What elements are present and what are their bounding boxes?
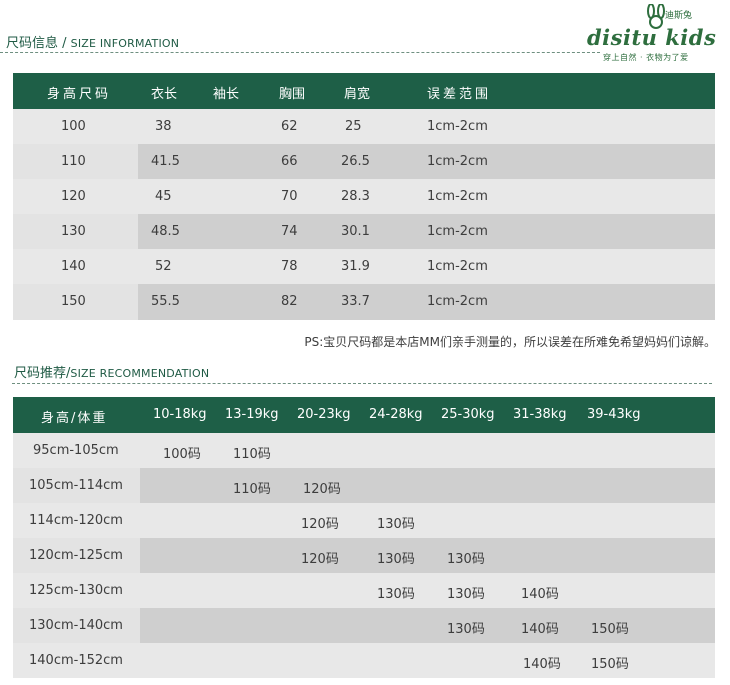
height-range-cell: 130cm-140cm <box>29 618 123 633</box>
tolerance-cell: 1cm-2cm <box>427 224 488 239</box>
size-recommendation-title: 尺码推荐/SIZE RECOMMENDATION <box>14 362 209 381</box>
brand-logo: 迪斯兔 disitu kids 穿上自然 · 衣物为了爱 <box>585 4 725 66</box>
table-row: 120cm-125cm 120码 130码 130码 <box>13 538 715 573</box>
height-range-cell: 120cm-125cm <box>29 548 123 563</box>
size-header-tolerance: 误差范围 <box>427 87 492 102</box>
rec-header-weight-4: 24-28kg <box>369 407 423 422</box>
shoulder-cell: 26.5 <box>341 154 370 169</box>
shoulder-cell: 30.1 <box>341 224 370 239</box>
rec-header-weight-3: 20-23kg <box>297 407 351 422</box>
size-rec-cell: 130码 <box>447 552 485 567</box>
shoulder-cell: 33.7 <box>341 294 370 309</box>
tolerance-cell: 1cm-2cm <box>427 154 488 169</box>
tolerance-cell: 1cm-2cm <box>427 119 488 134</box>
tolerance-cell: 1cm-2cm <box>427 294 488 309</box>
rec-table-header: 身高/体重 10-18kg 13-19kg 20-23kg 24-28kg 25… <box>13 397 715 433</box>
chest-cell: 70 <box>281 189 298 204</box>
size-rec-cell: 100码 <box>163 447 201 462</box>
size-rec-cell: 150码 <box>591 622 629 637</box>
chest-cell: 82 <box>281 294 298 309</box>
table-row: 105cm-114cm 110码 120码 <box>13 468 715 503</box>
size-cell: 150 <box>61 294 86 309</box>
size-info-title-en: SIZE INFORMATION <box>70 37 180 50</box>
size-rec-cell: 120码 <box>301 552 339 567</box>
table-row: 130 48.5 74 30.1 1cm-2cm <box>13 214 715 249</box>
size-rec-cell: 140码 <box>521 622 559 637</box>
size-info-title-cn: 尺码信息 / <box>6 36 71 51</box>
size-rec-cell: 120码 <box>303 482 341 497</box>
size-cell: 100 <box>61 119 86 134</box>
length-cell: 41.5 <box>151 154 180 169</box>
table-row: 125cm-130cm 130码 130码 140码 <box>13 573 715 608</box>
size-header-shoulder: 肩宽 <box>344 87 371 102</box>
chest-cell: 62 <box>281 119 298 134</box>
length-cell: 48.5 <box>151 224 180 239</box>
logo-slogan: 穿上自然 · 衣物为了爱 <box>603 53 689 62</box>
size-info-divider <box>0 52 600 53</box>
rec-header-weight-7: 39-43kg <box>587 407 641 422</box>
size-rec-cell: 130码 <box>447 587 485 602</box>
table-row: 95cm-105cm 100码 110码 <box>13 433 715 468</box>
length-cell: 55.5 <box>151 294 180 309</box>
size-cell: 140 <box>61 259 86 274</box>
size-rec-cell: 140码 <box>521 587 559 602</box>
length-cell: 38 <box>155 119 172 134</box>
length-cell: 52 <box>155 259 172 274</box>
table-row: 100 38 62 25 1cm-2cm <box>13 109 715 144</box>
chest-cell: 74 <box>281 224 298 239</box>
size-table-header: 身高尺码 衣长 袖长 胸围 肩宽 误差范围 <box>13 73 715 109</box>
height-range-cell: 105cm-114cm <box>29 478 123 493</box>
tolerance-cell: 1cm-2cm <box>427 189 488 204</box>
tolerance-cell: 1cm-2cm <box>427 259 488 274</box>
rec-header-height-weight: 身高/体重 <box>41 411 108 426</box>
size-rec-title-en: SIZE RECOMMENDATION <box>70 367 210 380</box>
logo-wordmark: disitu kids <box>587 25 717 50</box>
size-header-height: 身高尺码 <box>47 87 112 102</box>
size-cell: 120 <box>61 189 86 204</box>
size-rec-cell: 110码 <box>233 482 271 497</box>
height-range-cell: 95cm-105cm <box>33 443 119 458</box>
table-row: 140cm-152cm 140码 150码 <box>13 643 715 678</box>
table-row: 130cm-140cm 130码 140码 150码 <box>13 608 715 643</box>
table-row: 120 45 70 28.3 1cm-2cm <box>13 179 715 214</box>
rec-header-weight-2: 13-19kg <box>225 407 279 422</box>
rec-header-weight-5: 25-30kg <box>441 407 495 422</box>
size-info-title: 尺码信息 / SIZE INFORMATION <box>6 32 179 51</box>
size-rec-cell: 130码 <box>447 622 485 637</box>
measurement-note: PS:宝贝尺码都是本店MM们亲手测量的，所以误差在所难免希望妈妈们谅解。 <box>304 335 716 349</box>
shoulder-cell: 31.9 <box>341 259 370 274</box>
size-cell: 110 <box>61 154 86 169</box>
size-rec-title-cn: 尺码推荐/ <box>14 366 71 381</box>
table-row: 110 41.5 66 26.5 1cm-2cm <box>13 144 715 179</box>
rec-header-weight-1: 10-18kg <box>153 407 207 422</box>
size-rec-cell: 140码 <box>523 657 561 672</box>
shoulder-cell: 28.3 <box>341 189 370 204</box>
rec-header-weight-6: 31-38kg <box>513 407 567 422</box>
chest-cell: 78 <box>281 259 298 274</box>
size-rec-divider <box>12 383 712 384</box>
chest-cell: 66 <box>281 154 298 169</box>
size-table: 身高尺码 衣长 袖长 胸围 肩宽 误差范围 100 38 62 25 1cm-2… <box>13 73 715 320</box>
size-recommendation-table: 身高/体重 10-18kg 13-19kg 20-23kg 24-28kg 25… <box>13 397 715 678</box>
size-rec-cell: 130码 <box>377 552 415 567</box>
height-range-cell: 140cm-152cm <box>29 653 123 668</box>
size-rec-cell: 120码 <box>301 517 339 532</box>
size-header-length: 衣长 <box>151 87 178 102</box>
size-rec-cell: 150码 <box>591 657 629 672</box>
height-range-cell: 125cm-130cm <box>29 583 123 598</box>
size-rec-cell: 130码 <box>377 587 415 602</box>
table-row: 150 55.5 82 33.7 1cm-2cm <box>13 284 715 320</box>
logo-brand-text: 迪斯兔 <box>665 11 693 21</box>
size-header-chest: 胸围 <box>279 87 306 102</box>
length-cell: 45 <box>155 189 172 204</box>
shoulder-cell: 25 <box>345 119 362 134</box>
size-rec-cell: 130码 <box>377 517 415 532</box>
size-cell: 130 <box>61 224 86 239</box>
size-header-sleeve: 袖长 <box>213 87 240 102</box>
height-range-cell: 114cm-120cm <box>29 513 123 528</box>
table-row: 140 52 78 31.9 1cm-2cm <box>13 249 715 284</box>
size-rec-cell: 110码 <box>233 447 271 462</box>
table-row: 114cm-120cm 120码 130码 <box>13 503 715 538</box>
